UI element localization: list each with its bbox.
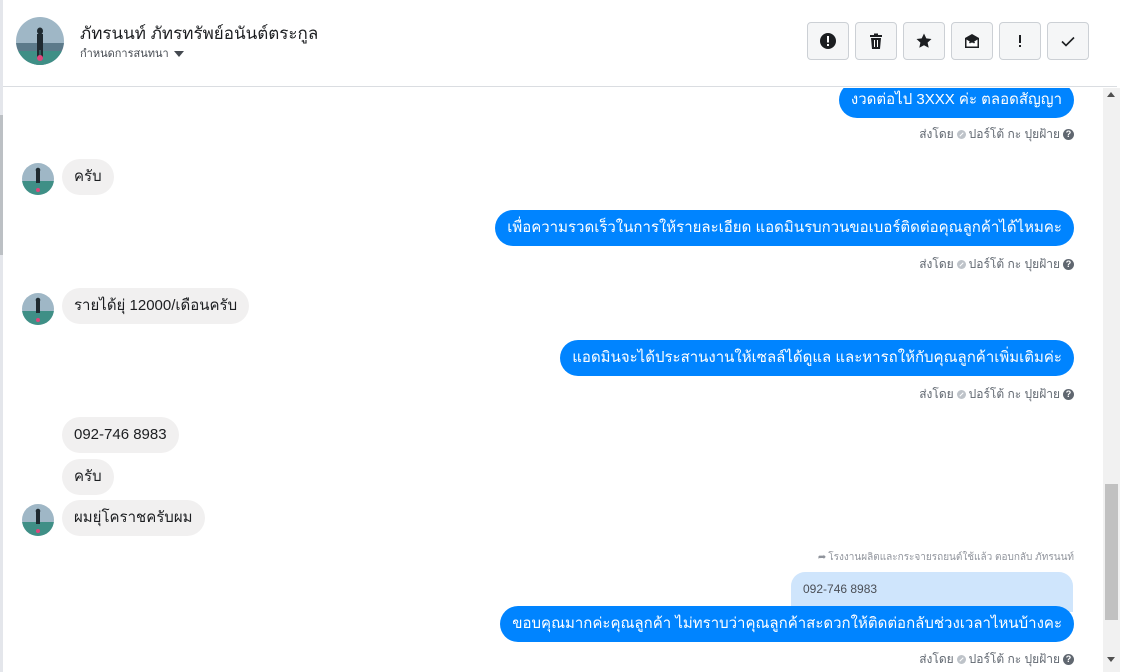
- outgoing-message[interactable]: ขอบคุณมากค่ะคุณลูกค้า ไม่ทราบว่าคุณลูกค้…: [500, 606, 1074, 642]
- contact-avatar-small[interactable]: [22, 163, 54, 195]
- exclamation-circle-icon: [820, 33, 836, 49]
- outgoing-message[interactable]: แอดมินจะได้ประสานงานให้เซลล์ได้ดูแล และห…: [560, 340, 1074, 376]
- sender-name: ปอร์โต้ กะ ปุยฝ้าย: [968, 387, 1060, 401]
- sender-name: ปอร์โต้ กะ ปุยฝ้าย: [968, 257, 1060, 271]
- message-meta: ส่งโดย ปอร์โต้ กะ ปุยฝ้าย ?: [919, 255, 1074, 274]
- assign-conversation-label: กำหนดการสนทนา: [80, 48, 169, 60]
- incoming-message[interactable]: ผมยุ่โคราชครับผม: [62, 500, 205, 536]
- sent-by-label: ส่งโดย: [919, 652, 954, 666]
- report-spam-button[interactable]: [807, 22, 849, 60]
- star-button[interactable]: [903, 22, 945, 60]
- incoming-message[interactable]: ครับ: [62, 459, 114, 495]
- blocked-icon: [956, 260, 966, 269]
- outgoing-message[interactable]: เพื่อความรวดเร็วในการให้รายละเอียด แอดมิ…: [495, 210, 1074, 246]
- trash-icon: [870, 33, 882, 49]
- reply-note: ➦ โรงงานผลิตและกระจายรถยนต์ใช้แล้ว ตอบกล…: [818, 550, 1074, 565]
- envelope-x-icon: [965, 34, 979, 48]
- delete-button[interactable]: [855, 22, 897, 60]
- assign-conversation-dropdown[interactable]: กำหนดการสนทนา: [80, 44, 184, 62]
- conversation-header: ภัทรนนท์ ภัทรทรัพย์อนันต์ตระกูล กำหนดการ…: [3, 0, 1117, 87]
- exclamation-icon: [1019, 35, 1021, 47]
- thread-scrollbar[interactable]: [1103, 88, 1120, 672]
- message-thread[interactable]: งวดต่อไป 3XXX ค่ะ ตลอดสัญญา ส่งโดย ปอร์โ…: [3, 88, 1103, 672]
- message-meta: ส่งโดย ปอร์โต้ กะ ปุยฝ้าย ?: [919, 385, 1074, 404]
- scroll-up-arrow-icon[interactable]: [1107, 92, 1115, 97]
- sent-by-label: ส่งโดย: [919, 257, 954, 271]
- help-icon[interactable]: ?: [1063, 129, 1074, 140]
- caret-down-icon: [173, 51, 184, 57]
- help-icon[interactable]: ?: [1063, 259, 1074, 270]
- check-icon: [1061, 36, 1075, 47]
- help-icon[interactable]: ?: [1063, 654, 1074, 665]
- blocked-icon: [956, 390, 966, 399]
- scroll-down-arrow-icon[interactable]: [1107, 657, 1115, 662]
- reply-note-text: โรงงานผลิตและกระจายรถยนต์ใช้แล้ว ตอบกลับ…: [828, 552, 1074, 563]
- sender-name: ปอร์โต้ กะ ปุยฝ้าย: [968, 127, 1060, 141]
- contact-name: ภัทรนนท์ ภัทรทรัพย์อนันต์ตระกูล: [80, 24, 319, 43]
- blocked-icon: [956, 655, 966, 664]
- mark-unread-button[interactable]: [951, 22, 993, 60]
- star-icon: [916, 33, 932, 48]
- contact-avatar-small[interactable]: [22, 293, 54, 325]
- follow-up-button[interactable]: [999, 22, 1041, 60]
- reply-arrow-icon: ➦: [817, 552, 827, 563]
- sent-by-label: ส่งโดย: [919, 127, 954, 141]
- incoming-message[interactable]: ครับ: [62, 159, 114, 195]
- incoming-message[interactable]: 092-746 8983: [62, 417, 179, 453]
- scrollbar-thumb[interactable]: [1105, 484, 1118, 620]
- message-meta: ส่งโดย ปอร์โต้ กะ ปุยฝ้าย ?: [919, 650, 1074, 669]
- contact-avatar-small[interactable]: [22, 504, 54, 536]
- blocked-icon: [956, 130, 966, 139]
- incoming-message[interactable]: รายได้ยุ่ 12000/เดือนครับ: [62, 288, 250, 324]
- help-icon[interactable]: ?: [1063, 389, 1074, 400]
- contact-avatar[interactable]: [16, 17, 64, 65]
- message-meta: ส่งโดย ปอร์โต้ กะ ปุยฝ้าย ?: [919, 125, 1074, 144]
- done-button[interactable]: [1047, 22, 1089, 60]
- sender-name: ปอร์โต้ กะ ปุยฝ้าย: [968, 652, 1060, 666]
- outgoing-message[interactable]: งวดต่อไป 3XXX ค่ะ ตลอดสัญญา: [838, 88, 1074, 118]
- sent-by-label: ส่งโดย: [919, 387, 954, 401]
